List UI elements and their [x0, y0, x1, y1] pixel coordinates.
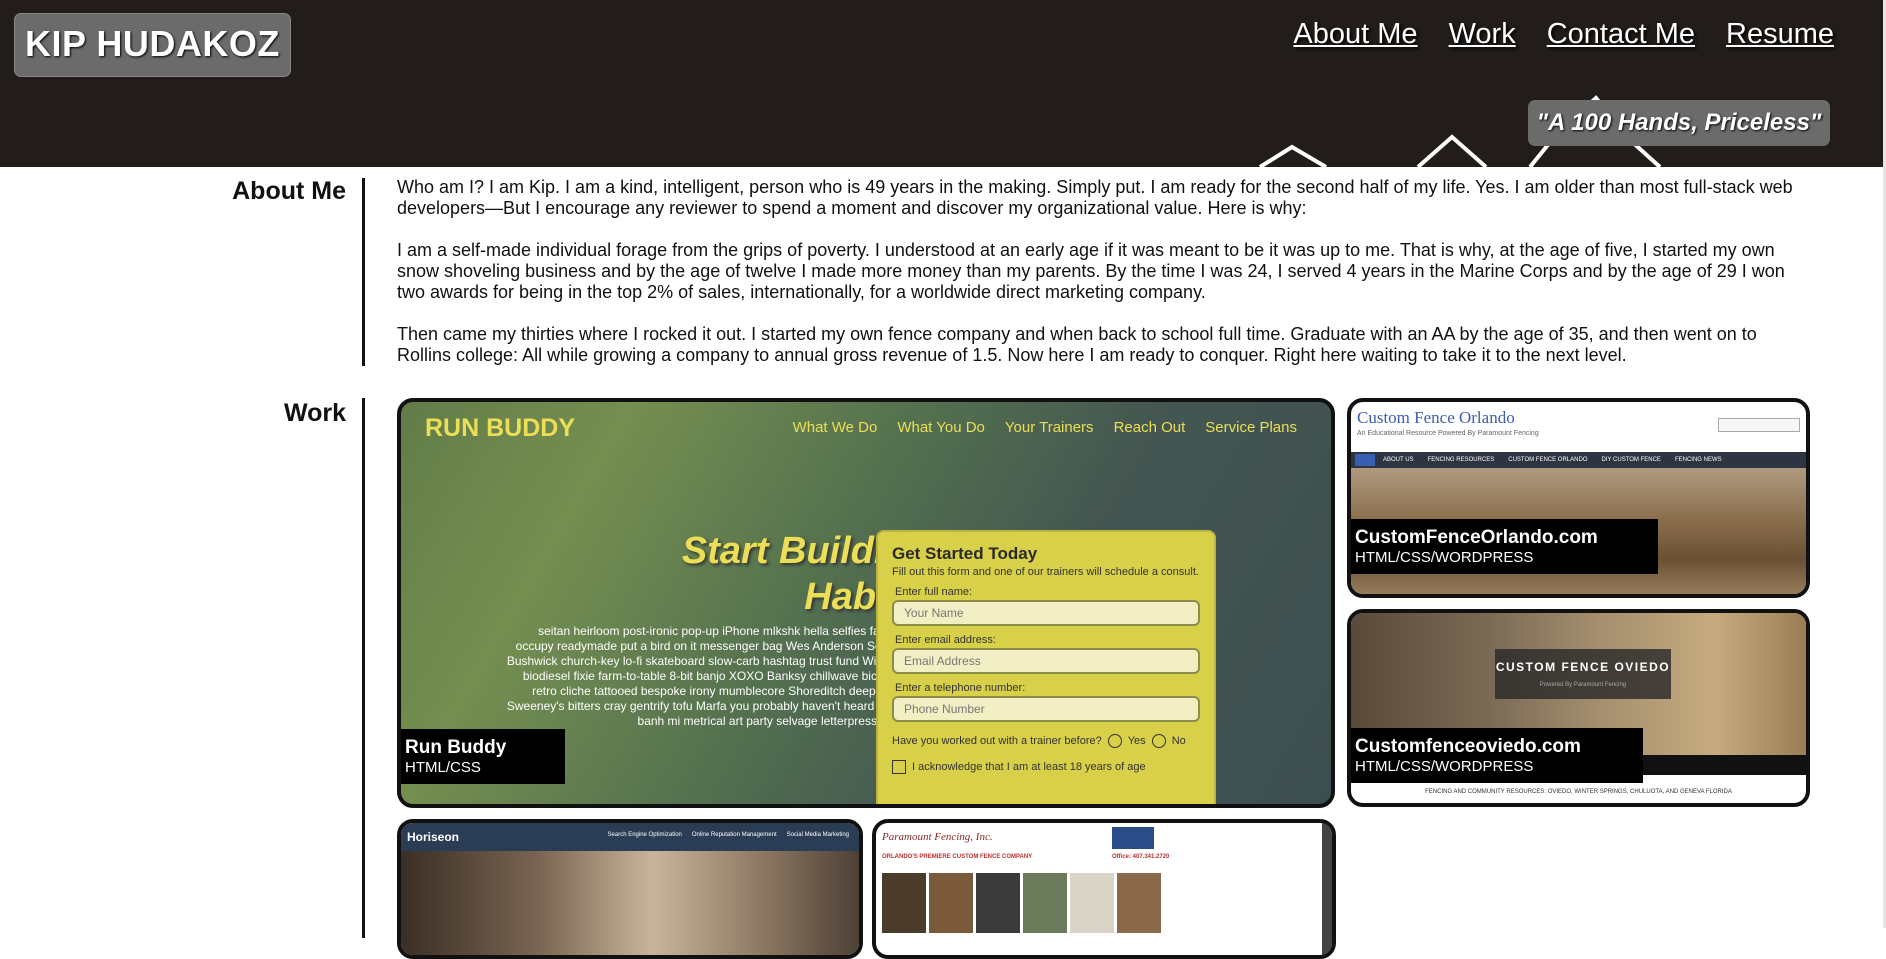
nav-work[interactable]: Work: [1449, 18, 1516, 51]
about-paragraph: I am a self-made individual forage from …: [397, 240, 1785, 302]
cfv-banner-subtitle: Powered By Paramount Fencing: [1539, 682, 1627, 688]
project-title: Customfenceoviedo.com: [1355, 736, 1581, 757]
cfo-menu-item: FENCING NEWS: [1674, 457, 1722, 463]
main-nav: About Me Work Contact Me Resume: [1293, 18, 1834, 51]
project-card-custom-fence-orlando[interactable]: Custom Fence Orlando An Educational Reso…: [1347, 398, 1810, 598]
office-photo: [401, 851, 859, 955]
cfo-menu-item: CUSTOM FENCE ORLANDO: [1508, 457, 1588, 463]
runbuddy-hero-body: seitan heirloom post-ironic pop-up iPhon…: [506, 624, 931, 728]
form-title: Get Started Today: [892, 544, 1038, 563]
project-title: CustomFenceOrlando.com: [1355, 527, 1598, 548]
runbuddy-nav-item: Your Trainers: [1004, 419, 1094, 436]
runbuddy-nav-item: What You Do: [897, 419, 985, 436]
horiseon-nav: Search Engine Optimization Online Reputa…: [608, 832, 849, 838]
cfo-site-subtitle: An Educational Resource Powered By Param…: [1357, 430, 1539, 437]
project-card-horiseon[interactable]: Horiseon Search Engine Optimization Onli…: [397, 819, 863, 959]
project-card-paramount-fencing[interactable]: Paramount Fencing, Inc. ORLANDO'S PREMIE…: [872, 819, 1336, 959]
about-divider: [362, 178, 365, 366]
question-text: Have you worked out with a trainer befor…: [892, 735, 1102, 747]
about-paragraph: Then came my thirties where I rocked it …: [397, 324, 1757, 365]
fence-thumbnail: [929, 873, 973, 933]
phone-field: Phone Number: [892, 696, 1200, 722]
runbuddy-nav-item: What We Do: [792, 419, 878, 436]
fence-thumbnail: [976, 873, 1020, 933]
radio-yes-label: Yes: [1127, 735, 1146, 747]
project-tech: HTML/CSS/WORDPRESS: [1355, 758, 1534, 775]
bbb-badge: [1112, 827, 1154, 849]
runbuddy-nav-item: Service Plans: [1205, 419, 1297, 436]
horiseon-nav-item: Online Reputation Management: [691, 832, 777, 838]
about-content: Who am I? I am Kip. I am a kind, intelli…: [397, 177, 1805, 387]
fence-thumbnail: [882, 873, 926, 933]
runbuddy-hero-heading: Start Building Habits.: [551, 528, 931, 620]
name-field: Your Name: [892, 600, 1200, 626]
cfv-footer-text: FENCING AND COMMUNITY RESOURCES: OVIEDO,…: [1425, 789, 1732, 795]
project-card-run-buddy[interactable]: RUN BUDDY What We Do What You Do Your Tr…: [397, 398, 1335, 808]
nav-about-me[interactable]: About Me: [1293, 18, 1417, 51]
radio-no: [1151, 734, 1166, 748]
cfo-menu-bar: ABOUT US FENCING RESOURCES CUSTOM FENCE …: [1351, 452, 1806, 468]
horiseon-header: Horiseon Search Engine Optimization Onli…: [401, 823, 859, 851]
horiseon-nav-item: Search Engine Optimization: [607, 832, 682, 838]
cfo-menu-item: FENCING RESOURCES: [1427, 457, 1495, 463]
fence-thumbnail: [1023, 873, 1067, 933]
runbuddy-nav: What We Do What You Do Your Trainers Rea…: [793, 419, 1297, 436]
cfo-menu-item: ABOUT US: [1383, 457, 1414, 463]
paramount-subtitle: ORLANDO'S PREMIERE CUSTOM FENCE COMPANY: [882, 854, 1033, 860]
fence-thumbnails: [882, 873, 1161, 933]
nav-resume[interactable]: Resume: [1726, 18, 1834, 51]
project-tech: HTML/CSS: [405, 759, 481, 776]
about-heading: About Me: [232, 177, 346, 205]
about-paragraph: Who am I? I am Kip. I am a kind, intelli…: [397, 177, 1793, 218]
work-divider: [362, 398, 365, 938]
runbuddy-signup-form: Get Started Today Fill out this form and…: [876, 530, 1216, 804]
runbuddy-nav-item: Reach Out: [1113, 419, 1186, 436]
email-field: Email Address: [892, 648, 1200, 674]
site-logo[interactable]: KIP HUDAKOZ: [14, 13, 291, 77]
paramount-office-phone: Office: 407.341.2720: [1112, 854, 1170, 860]
home-icon: [1355, 454, 1375, 466]
horiseon-logo: Horiseon: [407, 830, 460, 844]
cfo-menu-item: DIY CUSTOM FENCE: [1601, 457, 1661, 463]
project-card-custom-fence-oviedo[interactable]: CUSTOM FENCE OVIEDO Powered By Paramount…: [1347, 609, 1810, 807]
cfv-banner-title: CUSTOM FENCE OVIEDO: [1495, 660, 1671, 674]
work-heading: Work: [283, 399, 346, 427]
nav-contact-me[interactable]: Contact Me: [1547, 18, 1695, 51]
project-caption: CustomFenceOrlando.com HTML/CSS/WORDPRES…: [1351, 519, 1658, 574]
name-label: Enter full name:: [895, 586, 973, 598]
age-acknowledge: I acknowledge that I am at least 18 year…: [892, 760, 1200, 774]
fence-thumbnail: [1117, 873, 1161, 933]
trainer-question: Have you worked out with a trainer befor…: [892, 734, 1200, 748]
phone-label: Enter a telephone number:: [895, 682, 1026, 694]
radio-no-label: No: [1171, 735, 1186, 747]
paramount-logo: Paramount Fencing, Inc.: [882, 831, 993, 843]
cfv-banner: CUSTOM FENCE OVIEDO Powered By Paramount…: [1495, 649, 1671, 699]
runbuddy-logo: RUN BUDDY: [425, 414, 575, 442]
horiseon-nav-item: Social Media Marketing: [786, 832, 849, 838]
project-title: Run Buddy: [405, 737, 507, 758]
cfo-site-title: Custom Fence Orlando: [1357, 408, 1515, 427]
ack-label: I acknowledge that I am at least 18 year…: [912, 761, 1146, 773]
project-caption: Customfenceoviedo.com HTML/CSS/WORDPRESS: [1351, 728, 1643, 783]
site-header: KIP HUDAKOZ About Me Work Contact Me Res…: [0, 0, 1886, 167]
fence-thumbnail: [1070, 873, 1114, 933]
preview-scrollbar: [1322, 823, 1332, 955]
email-label: Enter email address:: [895, 634, 996, 646]
tagline-quote: "A 100 Hands, Priceless": [1528, 100, 1830, 146]
radio-yes: [1107, 734, 1122, 748]
ack-checkbox: [892, 760, 906, 774]
form-subtitle: Fill out this form and one of our traine…: [892, 566, 1199, 578]
project-tech: HTML/CSS/WORDPRESS: [1355, 549, 1534, 566]
cfo-search-box: [1718, 418, 1800, 432]
project-caption: Run Buddy HTML/CSS: [401, 729, 565, 784]
